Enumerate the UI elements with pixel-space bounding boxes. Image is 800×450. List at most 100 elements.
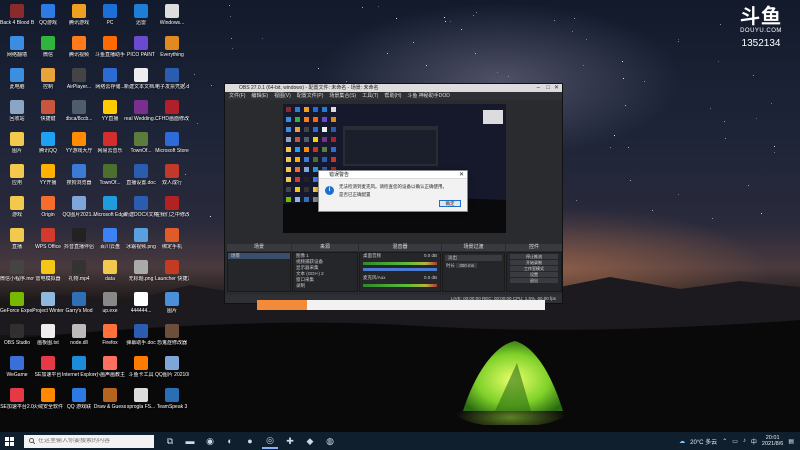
desktop-icon[interactable]: Microsoft Edge xyxy=(93,196,127,218)
desktop-icon[interactable]: Internet Explorer xyxy=(62,356,96,378)
desktop-icon[interactable]: TownOf... xyxy=(95,164,125,186)
desktop-icon[interactable]: 画板图.txt xyxy=(33,324,63,346)
clock[interactable]: 20:01 2021/8/6 xyxy=(762,435,783,447)
steam-icon[interactable]: ◉ xyxy=(202,433,218,449)
desktop-icon[interactable]: 腾讯视频 xyxy=(64,36,94,58)
douyu-icon[interactable]: ◆ xyxy=(302,433,318,449)
desktop-icon[interactable]: 斗鱼卡工具 xyxy=(126,356,156,378)
desktop-icon[interactable]: Origin xyxy=(33,196,63,218)
desktop-icon[interactable]: WPS Office xyxy=(33,228,63,250)
desktop-icon[interactable]: Firefox xyxy=(95,324,125,346)
close-icon[interactable]: ✕ xyxy=(554,84,559,92)
desktop-icon[interactable]: 礼物.mp4 xyxy=(64,260,94,282)
desktop-icon[interactable]: TeamSpeak 3 xyxy=(157,388,187,410)
desktop-icon[interactable]: 网络云存储... xyxy=(95,68,125,90)
desktop-icon[interactable]: PICO PAINT xyxy=(126,36,156,58)
desktop-icon[interactable]: 腾讯游戏 xyxy=(64,4,94,26)
desktop-icon[interactable]: Back 4 Blood Beta xyxy=(0,4,34,26)
desktop-icon[interactable]: 直播设置.doc xyxy=(126,164,156,186)
desktop-icon[interactable]: 网络翻墙 xyxy=(2,36,32,58)
chrome-icon[interactable]: ◍ xyxy=(322,433,338,449)
desktop-icon[interactable]: TownOf... xyxy=(126,132,156,154)
desktop-icon[interactable]: 双人成行 xyxy=(157,164,187,186)
desktop-icon[interactable]: Everything xyxy=(157,36,187,58)
weather-text[interactable]: 20°C 多云 xyxy=(690,437,717,446)
obs-menu-item[interactable]: 工具(T) xyxy=(362,92,378,100)
firefox-icon[interactable]: ● xyxy=(242,433,258,449)
maximize-icon[interactable]: □ xyxy=(546,84,550,92)
desktop-icon[interactable]: 迅雷 xyxy=(126,4,156,26)
desktop-icon[interactable]: 应用 xyxy=(2,164,32,186)
control-button[interactable]: 停止推流 xyxy=(510,254,558,259)
taskbar-search[interactable] xyxy=(24,434,154,448)
notification-icon[interactable]: ▤ xyxy=(788,438,794,445)
dialog-close-icon[interactable]: ✕ xyxy=(459,171,464,179)
control-button[interactable]: 开始录制 xyxy=(510,260,558,265)
desktop-icon[interactable]: 网易云音乐 xyxy=(95,132,125,154)
obs-menu-item[interactable]: 场景集合(S) xyxy=(329,92,356,100)
volume-icon[interactable]: ♪ xyxy=(743,438,746,444)
control-button[interactable]: 退出 xyxy=(510,278,558,283)
obs-menu-item[interactable]: 帮助(H) xyxy=(384,92,401,100)
mic-audio-meter[interactable] xyxy=(363,284,437,287)
desktop-icon[interactable]: node.dll xyxy=(64,324,94,346)
chevron-up-icon[interactable]: ⌃ xyxy=(722,438,727,445)
desktop-icon[interactable]: 恐鬼症修改器 xyxy=(157,324,187,346)
desktop-audio-meter[interactable] xyxy=(363,262,437,265)
desktop-icon[interactable]: 斗鱼直播助手 xyxy=(95,36,125,58)
desktop-icon[interactable]: data xyxy=(95,260,125,282)
dialog-ok-button[interactable]: 确定 xyxy=(439,200,461,207)
transition-select[interactable]: 淡出 xyxy=(445,255,502,261)
minimize-icon[interactable]: – xyxy=(537,84,540,92)
desktop-icon[interactable]: 电子发票凭据.doc xyxy=(155,68,189,90)
source-item[interactable]: 录制 xyxy=(293,283,357,289)
desktop-icon[interactable]: SE加速平台 xyxy=(33,356,63,378)
obs-menu-item[interactable]: 编辑(E) xyxy=(251,92,268,100)
desktop-icon[interactable]: QQ 游戏联 xyxy=(64,388,94,410)
obs-preview-canvas[interactable] xyxy=(283,104,506,233)
obs-menu-item[interactable]: 文件(F) xyxy=(229,92,245,100)
desktop-icon[interactable]: Draw & Guess xyxy=(94,388,126,410)
desktop-icon[interactable]: 无标题.png xyxy=(126,260,156,282)
desktop-icon[interactable]: sprogla FS... xyxy=(126,388,156,410)
desktop-audio-fader[interactable] xyxy=(363,268,437,271)
ime-icon[interactable]: 中 xyxy=(751,437,757,446)
desktop-icon[interactable]: 搜狗浏览器 xyxy=(64,164,94,186)
control-button[interactable]: 设置 xyxy=(510,272,558,277)
desktop-icon[interactable]: QQ图片2021... xyxy=(62,196,96,218)
desktop-icon[interactable]: 快捷键 xyxy=(33,100,63,122)
desktop-icon[interactable]: WeGame xyxy=(2,356,32,378)
desktop-icon[interactable]: OBS Studio xyxy=(2,324,32,346)
control-button[interactable]: 工作室模式 xyxy=(510,266,558,271)
desktop-icon[interactable]: 直播 xyxy=(2,228,32,250)
desktop-icon[interactable]: 冰霜视频.png xyxy=(126,228,156,250)
desktop-icon[interactable]: 百川云盘 xyxy=(95,228,125,250)
desktop-icon[interactable]: SE加速平台2.0 xyxy=(0,388,34,410)
desktop-icon[interactable]: 新建文本文档.txt xyxy=(124,68,158,90)
desktop-icon[interactable]: 444444... xyxy=(126,292,156,314)
desktop-icon[interactable]: 图片 xyxy=(157,292,187,314)
desktop-icon[interactable]: 图片 xyxy=(2,132,32,154)
desktop-icon[interactable]: 游戏 xyxy=(2,196,32,218)
desktop-icon[interactable]: 小画声画教主 xyxy=(95,356,125,378)
desktop-icon[interactable]: GeForce Experience xyxy=(0,292,34,314)
desktop-icon[interactable]: 火绒安全软件 xyxy=(33,388,63,410)
desktop-icon[interactable]: Launcher 快捷方式 xyxy=(155,260,189,282)
desktop-icon[interactable]: YY开播 xyxy=(33,164,63,186)
obs-menu-item[interactable]: 斗鱼 神秘助手DOD xyxy=(407,92,450,100)
desktop-icon[interactable]: 新建DOCX文档.docx xyxy=(124,196,158,218)
desktop-icon[interactable]: 此电脑 xyxy=(2,68,32,90)
duration-input[interactable]: 300 ms xyxy=(456,263,478,268)
desktop-icon[interactable]: Microsoft Store xyxy=(155,132,189,154)
task-view-icon[interactable]: ⧉ xyxy=(162,433,178,449)
desktop-icon[interactable]: 雷电模拟器 xyxy=(33,260,63,282)
desktop-icon[interactable]: 微信小程序.mov xyxy=(0,260,34,282)
desktop-icon[interactable]: 控制 xyxy=(33,68,63,90)
start-button[interactable] xyxy=(0,432,18,450)
desktop-icon[interactable]: PC xyxy=(95,4,125,26)
obs-menu-item[interactable]: 视图(V) xyxy=(274,92,291,100)
obs-title-bar[interactable]: OBS 27.0.1 (64-bit, windows) - 配置文件: 未命名… xyxy=(225,84,562,92)
browser-icon[interactable]: ◐ xyxy=(222,433,238,449)
desktop-icon[interactable]: 腾讯QQ xyxy=(33,132,63,154)
desktop-icon[interactable]: YY游戏大厅 xyxy=(64,132,94,154)
